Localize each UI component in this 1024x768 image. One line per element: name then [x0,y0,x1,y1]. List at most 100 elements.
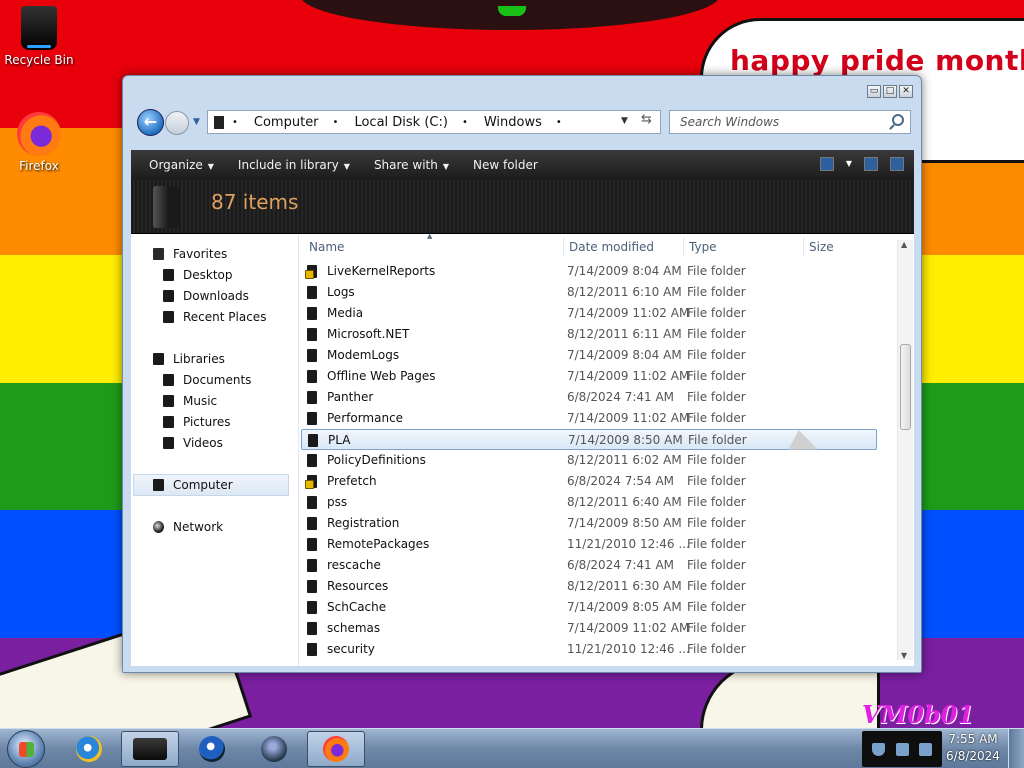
chevron-down-icon[interactable]: ▼ [846,157,852,171]
table-row[interactable]: security 11/21/2010 12:46 ... File folder [301,639,877,660]
folder-icon [307,601,317,614]
breadcrumb-separator[interactable]: • [462,117,468,128]
table-row[interactable]: Panther 6/8/2024 7:41 AM File folder [301,387,877,408]
file-name: Performance [327,411,404,425]
scrollbar-thumb[interactable] [900,344,911,430]
breadcrumb-separator[interactable]: • [333,117,339,128]
column-header-type[interactable]: Type [689,240,717,254]
table-row[interactable]: rescache 6/8/2024 7:41 AM File folder [301,555,877,576]
new-folder-button[interactable]: New folder [473,158,538,172]
column-divider[interactable] [683,238,684,256]
table-row[interactable]: Prefetch 6/8/2024 7:54 AM File folder [301,471,877,492]
nav-favorites[interactable]: Favorites [153,247,227,261]
organize-button[interactable]: Organize ▼ [149,158,214,172]
nav-libraries[interactable]: Libraries [153,352,225,366]
maximize-button[interactable]: □ [883,85,897,98]
folder-icon [307,412,317,425]
column-divider[interactable] [563,238,564,256]
file-type: File folder [687,621,746,635]
vertical-scrollbar[interactable]: ▲ ▼ [897,240,913,660]
table-row[interactable]: Logs 8/12/2011 6:10 AM File folder [301,282,877,303]
start-button[interactable] [7,730,45,768]
search-input[interactable]: Search Windows [680,115,779,129]
recent-pages-dropdown-icon[interactable]: ▼ [193,117,200,127]
nav-network[interactable]: Network [153,520,223,534]
windows-explorer-icon [133,738,167,760]
table-row[interactable]: pss 8/12/2011 6:40 AM File folder [301,492,877,513]
refresh-icon[interactable]: ⇆ [641,112,652,127]
include-in-library-button[interactable]: Include in library ▼ [238,158,350,172]
breadcrumb-computer[interactable]: Computer [254,115,319,130]
file-date-modified: 7/14/2009 11:02 AM [567,369,690,383]
back-button[interactable]: ← [137,109,164,136]
table-row[interactable]: RemotePackages 11/21/2010 12:46 ... File f… [301,534,877,555]
help-icon[interactable] [890,157,904,171]
table-row[interactable]: Microsoft.NET 8/12/2011 6:11 AM File folde… [301,324,877,345]
nav-label: Downloads [183,289,249,303]
taskbar-app-firefox[interactable] [307,731,365,767]
table-row[interactable]: SchCache 7/14/2009 8:05 AM File folder [301,597,877,618]
taskbar-app-media-player[interactable] [183,731,241,767]
nav-recent-places[interactable]: Recent Places [163,310,266,324]
nav-downloads[interactable]: Downloads [163,289,249,303]
scroll-down-icon[interactable]: ▼ [901,651,907,660]
volume-icon[interactable] [918,742,932,756]
breadcrumb-separator[interactable]: • [232,117,238,128]
column-header-name[interactable]: Name [309,240,344,254]
column-header-date-modified[interactable]: Date modified [569,240,654,254]
minimize-button[interactable]: ▭ [867,85,881,98]
address-dropdown-icon[interactable]: ▼ [621,116,628,126]
nav-documents[interactable]: Documents [163,373,251,387]
change-view-icon[interactable] [819,157,834,171]
table-row[interactable]: schemas 7/14/2009 11:02 AM File folder [301,618,877,639]
file-date-modified: 7/14/2009 8:05 AM [567,600,682,614]
folder-icon [307,496,317,509]
table-row[interactable]: ModemLogs 7/14/2009 8:04 AM File folder [301,345,877,366]
table-row[interactable]: Performance 7/14/2009 11:02 AM File folder [301,408,877,429]
address-bar[interactable]: • Computer • Local Disk (C:) • Windows • [207,110,661,134]
desktop-icon [163,269,174,281]
breadcrumb-separator[interactable]: • [556,117,562,128]
system-tray [862,731,942,767]
forward-button[interactable] [165,111,189,135]
locked-folder-icon [305,475,317,489]
preview-pane-icon[interactable] [864,157,878,171]
table-row[interactable]: Media 7/14/2009 11:02 AM File folder [301,303,877,324]
desktop-icon-recycle-bin[interactable]: Recycle Bin [1,6,77,67]
nav-pictures[interactable]: Pictures [163,415,231,429]
taskbar-clock[interactable]: 7:55 AM 6/8/2024 [944,731,1002,767]
breadcrumb-windows[interactable]: Windows [484,115,542,130]
scroll-up-icon[interactable]: ▲ [901,240,907,249]
action-center-shield-icon[interactable] [872,742,886,756]
breadcrumb-local-disk[interactable]: Local Disk (C:) [354,115,447,130]
taskbar-app-network[interactable] [245,731,303,767]
taskbar-app-internet-explorer[interactable] [60,731,118,767]
table-row[interactable]: LiveKernelReports 7/14/2009 8:04 AM File f… [301,261,877,282]
pictures-icon [163,416,174,428]
table-row[interactable]: Resources 8/12/2011 6:30 AM File folder [301,576,877,597]
column-divider[interactable] [803,238,804,256]
column-header-label: Size [809,240,834,254]
column-header-size[interactable]: Size [809,240,834,254]
table-row[interactable]: Offline Web Pages 7/14/2009 11:02 AM File … [301,366,877,387]
nav-desktop[interactable]: Desktop [163,268,233,282]
include-in-library-label: Include in library [237,158,339,172]
nav-computer[interactable]: Computer [133,474,289,496]
nav-label: Videos [183,436,223,450]
taskbar-app-windows-explorer[interactable] [121,731,179,767]
share-with-button[interactable]: Share with ▼ [374,158,449,172]
close-button[interactable]: ✕ [899,85,913,98]
nav-videos[interactable]: Videos [163,436,223,450]
network-status-icon[interactable] [895,742,909,756]
file-type: File folder [687,306,746,320]
nav-music[interactable]: Music [163,394,217,408]
search-box[interactable]: Search Windows [669,110,911,134]
file-type: File folder [687,495,746,509]
file-date-modified: 6/8/2024 7:41 AM [567,558,675,572]
folder-icon [307,517,317,530]
show-desktop-button[interactable] [1008,729,1024,768]
table-row[interactable]: PolicyDefinitions 8/12/2011 6:02 AM File f… [301,450,877,471]
desktop-icon-firefox[interactable]: Firefox [1,112,77,173]
search-icon[interactable] [892,114,904,126]
table-row[interactable]: Registration 7/14/2009 8:50 AM File folder [301,513,877,534]
